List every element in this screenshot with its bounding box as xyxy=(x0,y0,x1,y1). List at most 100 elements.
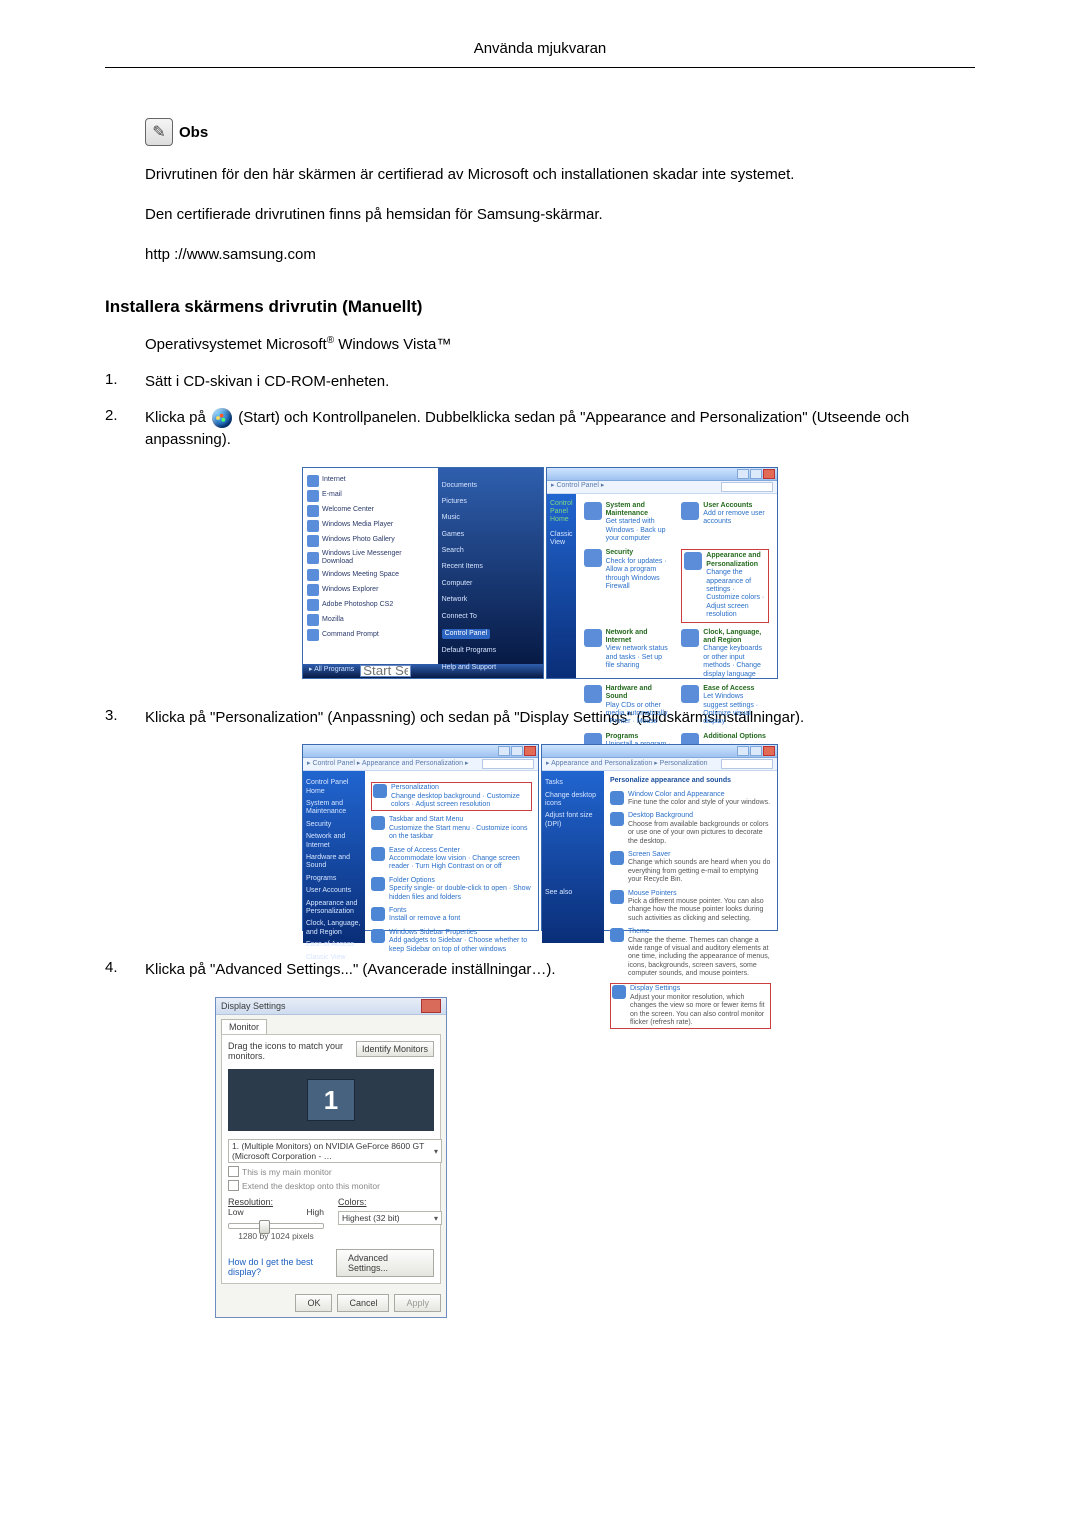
control-panel-category[interactable]: System and MaintenanceGet started with W… xyxy=(584,502,672,544)
address-bar[interactable]: ▸ Control Panel ▸ Appearance and Persona… xyxy=(303,758,538,771)
tasks-item[interactable]: Change desktop icons xyxy=(545,792,601,809)
tasks-item[interactable]: Adjust font size (DPI) xyxy=(545,812,601,829)
start-menu-item[interactable]: Internet xyxy=(307,475,434,487)
control-panel-category[interactable]: Network and InternetView network status … xyxy=(584,629,672,679)
start-menu-item[interactable]: Windows Meeting Space xyxy=(307,569,434,581)
apply-button[interactable]: Apply xyxy=(394,1294,441,1312)
cp-home-link[interactable]: Control Panel Home xyxy=(550,500,573,525)
app-icon xyxy=(307,629,319,641)
search-box[interactable] xyxy=(721,482,773,492)
close-button[interactable] xyxy=(524,746,536,756)
side-nav-item[interactable]: Network and Internet xyxy=(306,833,362,850)
personalization-item[interactable]: Screen SaverChange which sounds are hear… xyxy=(610,851,771,885)
resolution-value: 1280 by 1024 pixels xyxy=(228,1231,324,1241)
side-nav-item[interactable]: Security xyxy=(306,821,362,829)
control-panel-category[interactable]: SecurityCheck for updates · Allow a prog… xyxy=(584,549,672,622)
side-nav-item[interactable]: Appearance and Personalization xyxy=(306,900,362,917)
side-nav-item[interactable]: Hardware and Sound xyxy=(306,854,362,871)
start-menu-item[interactable]: Welcome Center xyxy=(307,505,434,517)
max-button[interactable] xyxy=(750,469,762,479)
address-bar[interactable]: ▸ Control Panel ▸ xyxy=(547,481,777,494)
start-right-item[interactable]: Music xyxy=(442,514,539,522)
appearance-item[interactable]: Windows Sidebar PropertiesAdd gadgets to… xyxy=(371,929,532,954)
ok-button[interactable]: OK xyxy=(295,1294,332,1312)
start-right-item[interactable]: Recent Items xyxy=(442,563,539,571)
page-header: Använda mjukvaran xyxy=(105,40,975,68)
personalization-item[interactable]: Mouse PointersPick a different mouse poi… xyxy=(610,890,771,924)
start-right-item[interactable]: Pictures xyxy=(442,498,539,506)
appearance-item[interactable]: Folder OptionsSpecify single- or double-… xyxy=(371,877,532,902)
monitor-select[interactable]: 1. (Multiple Monitors) on NVIDIA GeForce… xyxy=(228,1139,442,1163)
start-right-item[interactable]: Computer xyxy=(442,580,539,588)
start-menu-item[interactable]: Adobe Photoshop CS2 xyxy=(307,599,434,611)
identify-monitors-button[interactable]: Identify Monitors xyxy=(356,1041,434,1057)
slider-thumb[interactable] xyxy=(259,1220,270,1234)
start-menu-item[interactable]: Windows Media Player xyxy=(307,520,434,532)
resolution-slider[interactable] xyxy=(228,1223,324,1229)
monitor-preview[interactable]: 1 xyxy=(228,1069,434,1131)
side-nav-item[interactable]: User Accounts xyxy=(306,887,362,895)
appearance-item[interactable]: Ease of Access CenterAccommodate low vis… xyxy=(371,847,532,872)
address-bar[interactable]: ▸ Appearance and Personalization ▸ Perso… xyxy=(542,758,777,771)
control-panel-category[interactable]: Clock, Language, and RegionChange keyboa… xyxy=(681,629,769,679)
close-button[interactable] xyxy=(421,999,441,1013)
side-nav-item[interactable]: Ease of Access xyxy=(306,941,362,949)
appearance-item[interactable]: FontsInstall or remove a font xyxy=(371,907,532,924)
appearance-item[interactable]: PersonalizationChange desktop background… xyxy=(371,782,532,811)
min-button[interactable] xyxy=(737,469,749,479)
start-search-input[interactable] xyxy=(360,665,411,677)
control-panel-category[interactable]: Appearance and PersonalizationChange the… xyxy=(681,549,769,622)
category-icon xyxy=(584,502,602,520)
figure-1: Internet E-mail Welcome Center Windows Medi… xyxy=(105,467,975,679)
control-panel-category[interactable]: Hardware and SoundPlay CDs or other medi… xyxy=(584,685,672,727)
start-right-item[interactable]: Documents xyxy=(442,482,539,490)
personalize-title: Personalize appearance and sounds xyxy=(610,777,771,785)
cancel-button[interactable]: Cancel xyxy=(337,1294,389,1312)
control-panel-category[interactable]: User AccountsAdd or remove user accounts xyxy=(681,502,769,544)
tasks-item[interactable]: Tasks xyxy=(545,779,601,787)
app-icon xyxy=(307,505,319,517)
personalization-item[interactable]: Desktop BackgroundChoose from available … xyxy=(610,812,771,846)
personalization-item[interactable]: Window Color and AppearanceFine tune the… xyxy=(610,791,771,808)
side-nav-item[interactable]: System and Maintenance xyxy=(306,800,362,817)
start-right-item[interactable]: Network xyxy=(442,596,539,604)
checkbox-main-monitor[interactable] xyxy=(228,1166,239,1177)
start-menu-item[interactable]: Windows Live Messenger Download xyxy=(307,550,434,567)
start-right-item[interactable]: Help and Support xyxy=(442,664,539,672)
advanced-settings-button[interactable]: Advanced Settings... xyxy=(336,1249,434,1277)
close-button[interactable] xyxy=(763,469,775,479)
start-right-item[interactable]: Connect To xyxy=(442,613,539,621)
start-menu-item[interactable]: Windows Explorer xyxy=(307,584,434,596)
side-nav-item[interactable]: Control Panel Home xyxy=(306,779,362,796)
appearance-item[interactable]: Taskbar and Start MenuCustomize the Star… xyxy=(371,816,532,841)
start-right-item[interactable]: Games xyxy=(442,531,539,539)
start-menu-item[interactable]: Command Prompt xyxy=(307,629,434,641)
colors-select[interactable]: Highest (32 bit)▾ xyxy=(338,1211,442,1225)
start-menu-item[interactable]: Mozilla xyxy=(307,614,434,626)
item-icon xyxy=(371,907,385,921)
step-2-pre: Klicka på xyxy=(145,409,210,426)
side-nav-item[interactable]: Classic View xyxy=(306,954,362,962)
app-icon xyxy=(307,614,319,626)
classic-view-link[interactable]: Classic View xyxy=(550,531,573,548)
slider-high: High xyxy=(307,1207,324,1217)
personalization-item[interactable]: ThemeChange the theme. Themes can change… xyxy=(610,928,771,978)
side-nav-item[interactable]: Clock, Language, and Region xyxy=(306,920,362,937)
start-right-item[interactable]: Default Programs xyxy=(442,647,539,655)
personalization-item[interactable]: Display SettingsAdjust your monitor reso… xyxy=(610,983,771,1029)
control-panel-category[interactable]: Ease of AccessLet Windows suggest settin… xyxy=(681,685,769,727)
figure-3: Display Settings Monitor Identify Monito… xyxy=(215,997,975,1318)
monitor-1[interactable]: 1 xyxy=(307,1079,355,1121)
step-3-text: Klicka på "Personalization" (Anpassning)… xyxy=(145,707,975,729)
step-4-text: Klicka på "Advanced Settings..." (Avance… xyxy=(145,959,975,981)
checkbox-extend[interactable] xyxy=(228,1180,239,1191)
close-button[interactable] xyxy=(763,746,775,756)
side-nav-item[interactable]: Programs xyxy=(306,875,362,883)
help-link[interactable]: How do I get the best display? xyxy=(228,1257,336,1277)
start-right-item[interactable]: Search xyxy=(442,547,539,555)
tab-monitor[interactable]: Monitor xyxy=(221,1019,267,1034)
all-programs: ▸ All Programs xyxy=(309,666,354,674)
start-menu-item[interactable]: Windows Photo Gallery xyxy=(307,535,434,547)
start-right-item[interactable]: Control Panel xyxy=(442,629,539,639)
start-menu-item[interactable]: E-mail xyxy=(307,490,434,502)
